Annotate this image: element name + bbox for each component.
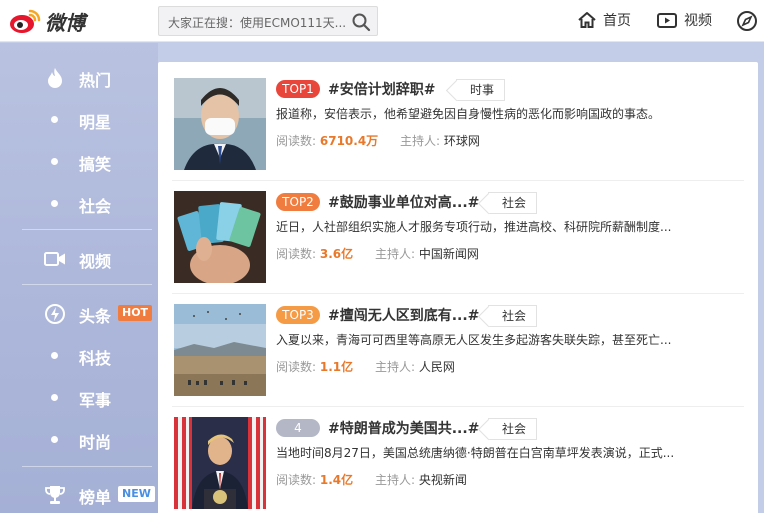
reads-label: 阅读数: <box>276 360 317 374</box>
topic-description: 入夏以来，青海可可西里等高原无人区发生多起游客失联失踪，甚至死亡... <box>276 333 672 347</box>
topic-description: 当地时间8月27日，美国总统唐纳德·特朗普在白宫南草坪发表演说，正式... <box>276 446 675 460</box>
host-name[interactable]: 人民网 <box>419 360 455 374</box>
topic-row[interactable]: TOP2 #鼓励事业单位对高...# 社会 近日，人社部组织实施人才服务专项行动… <box>172 189 744 301</box>
rank-badge: TOP2 <box>276 193 320 211</box>
host-label: 主持人: <box>374 360 416 374</box>
home-icon <box>578 12 596 28</box>
sidebar-item-label: 时尚 <box>79 433 112 452</box>
topic-thumbnail[interactable] <box>174 304 266 396</box>
topic-meta: 阅读数: 1.4亿 主持人: 央视新闻 <box>276 471 467 488</box>
topic-meta: 阅读数: 6710.4万 主持人: 环球网 <box>276 132 480 149</box>
topic-thumbnail[interactable] <box>174 417 266 509</box>
row-divider <box>172 293 744 294</box>
reads-label: 阅读数: <box>276 473 317 487</box>
topic-title[interactable]: #特朗普成为美国共...# <box>328 418 479 438</box>
lightning-icon <box>44 303 66 325</box>
reads-count: 3.6亿 <box>319 247 354 261</box>
reads-count: 1.1亿 <box>319 360 354 374</box>
host-name[interactable]: 环球网 <box>444 134 480 148</box>
host-name[interactable]: 央视新闻 <box>419 473 467 487</box>
sidebar-item-video[interactable]: 视频 <box>0 237 158 279</box>
reads-count: 1.4亿 <box>319 473 354 487</box>
fire-icon <box>44 67 66 89</box>
new-badge: NEW <box>118 486 155 502</box>
compass-icon <box>737 11 757 31</box>
reads-label: 阅读数: <box>276 247 317 261</box>
rank-badge: TOP3 <box>276 306 320 324</box>
sidebar-item-label: 明星 <box>79 113 112 132</box>
weibo-logo[interactable]: 微博 <box>8 6 85 36</box>
bullet-icon <box>51 116 58 123</box>
host-label: 主持人: <box>374 473 416 487</box>
video-icon <box>44 248 66 270</box>
nav-discover[interactable] <box>736 10 764 32</box>
category-tag[interactable]: 社会 <box>488 418 538 440</box>
nav-home[interactable]: 首页 <box>577 10 631 30</box>
sidebar-item-label: 视频 <box>79 252 112 271</box>
row-divider <box>172 406 744 407</box>
sidebar-item-label: 搞笑 <box>79 155 112 174</box>
hot-topics-card: TOP1 #安倍计划辞职# 时事 报道称，安倍表示，他希望避免因自身慢性病的恶化… <box>158 62 758 513</box>
sidebar-item-hot[interactable]: 热门 <box>0 56 158 98</box>
sidebar-item-label: 热门 <box>79 71 112 90</box>
sidebar-item-label: 科技 <box>79 349 112 368</box>
bullet-icon <box>51 158 58 165</box>
nav-video-label: 视频 <box>684 13 712 29</box>
topic-title[interactable]: #鼓励事业单位对高...# <box>328 192 479 212</box>
category-tag[interactable]: 社会 <box>488 192 538 214</box>
sidebar-item-military[interactable]: 军事 <box>0 376 158 418</box>
search-input[interactable]: 大家正在搜：使用ECMO111天... <box>168 14 350 31</box>
bullet-icon <box>51 352 58 359</box>
sidebar-item-celebrity[interactable]: 明星 <box>0 98 158 140</box>
logo-text: 微博 <box>45 10 85 35</box>
topic-thumbnail[interactable] <box>174 78 266 170</box>
sidebar-item-label: 社会 <box>79 197 112 216</box>
bullet-icon <box>51 394 58 401</box>
sidebar-item-fashion[interactable]: 时尚 <box>0 418 158 460</box>
nav-home-label: 首页 <box>603 13 631 29</box>
topic-thumbnail[interactable] <box>174 191 266 283</box>
host-name[interactable]: 中国新闻网 <box>419 247 479 261</box>
rank-badge: TOP1 <box>276 80 320 98</box>
host-label: 主持人: <box>374 247 416 261</box>
row-divider <box>172 180 744 181</box>
topic-description: 报道称，安倍表示，他希望避免因自身慢性病的恶化而影响国政的事态。 <box>276 107 661 121</box>
search-icon[interactable] <box>351 12 371 32</box>
search-box[interactable]: 大家正在搜：使用ECMO111天... <box>158 6 378 36</box>
reads-label: 阅读数: <box>276 134 317 148</box>
weibo-logo-icon <box>10 9 41 33</box>
sidebar-divider <box>22 229 152 230</box>
sidebar-item-funny[interactable]: 搞笑 <box>0 140 158 182</box>
nav-video[interactable]: 视频 <box>656 10 712 30</box>
topic-title[interactable]: #擅闯无人区到底有...# <box>328 305 479 325</box>
topic-meta: 阅读数: 3.6亿 主持人: 中国新闻网 <box>276 245 479 262</box>
sidebar-item-label: 榜单 <box>79 488 112 507</box>
category-tag[interactable]: 社会 <box>488 305 538 327</box>
topic-meta: 阅读数: 1.1亿 主持人: 人民网 <box>276 358 455 375</box>
sidebar-item-headlines[interactable]: 头条 HOT <box>0 292 158 334</box>
sidebar-divider <box>22 284 152 285</box>
sidebar-item-label: 军事 <box>79 391 112 410</box>
hot-badge: HOT <box>118 305 153 321</box>
topic-description: 近日，人社部组织实施人才服务专项行动，推进高校、科研院所薪酬制度... <box>276 220 672 234</box>
bullet-icon <box>51 200 58 207</box>
topic-row[interactable]: TOP3 #擅闯无人区到底有...# 社会 入夏以来，青海可可西里等高原无人区发… <box>172 302 744 414</box>
sidebar-divider <box>22 466 152 467</box>
category-tag[interactable]: 时事 <box>456 79 506 101</box>
top-header: 微博 大家正在搜：使用ECMO111天... 首页 视频 <box>0 0 764 42</box>
video-icon <box>657 13 677 28</box>
topic-row[interactable]: 4 #特朗普成为美国共...# 社会 当地时间8月27日，美国总统唐纳德·特朗普… <box>172 415 744 513</box>
host-label: 主持人: <box>400 134 441 148</box>
sidebar-item-rankings[interactable]: 榜单 NEW <box>0 473 158 513</box>
sidebar-item-society[interactable]: 社会 <box>0 182 158 224</box>
topic-row[interactable]: TOP1 #安倍计划辞职# 时事 报道称，安倍表示，他希望避免因自身慢性病的恶化… <box>172 76 744 188</box>
trophy-icon <box>44 484 66 506</box>
sidebar-item-tech[interactable]: 科技 <box>0 334 158 376</box>
sidebar-item-label: 头条 <box>79 307 112 326</box>
reads-count: 6710.4万 <box>319 134 379 148</box>
rank-badge: 4 <box>276 419 320 437</box>
sidebar: 热门 明星 搞笑 社会 视频 头条 HOT 科技 军事 时尚 榜单 NEW <box>0 43 158 513</box>
topic-title[interactable]: #安倍计划辞职# <box>328 79 435 99</box>
bullet-icon <box>51 436 58 443</box>
